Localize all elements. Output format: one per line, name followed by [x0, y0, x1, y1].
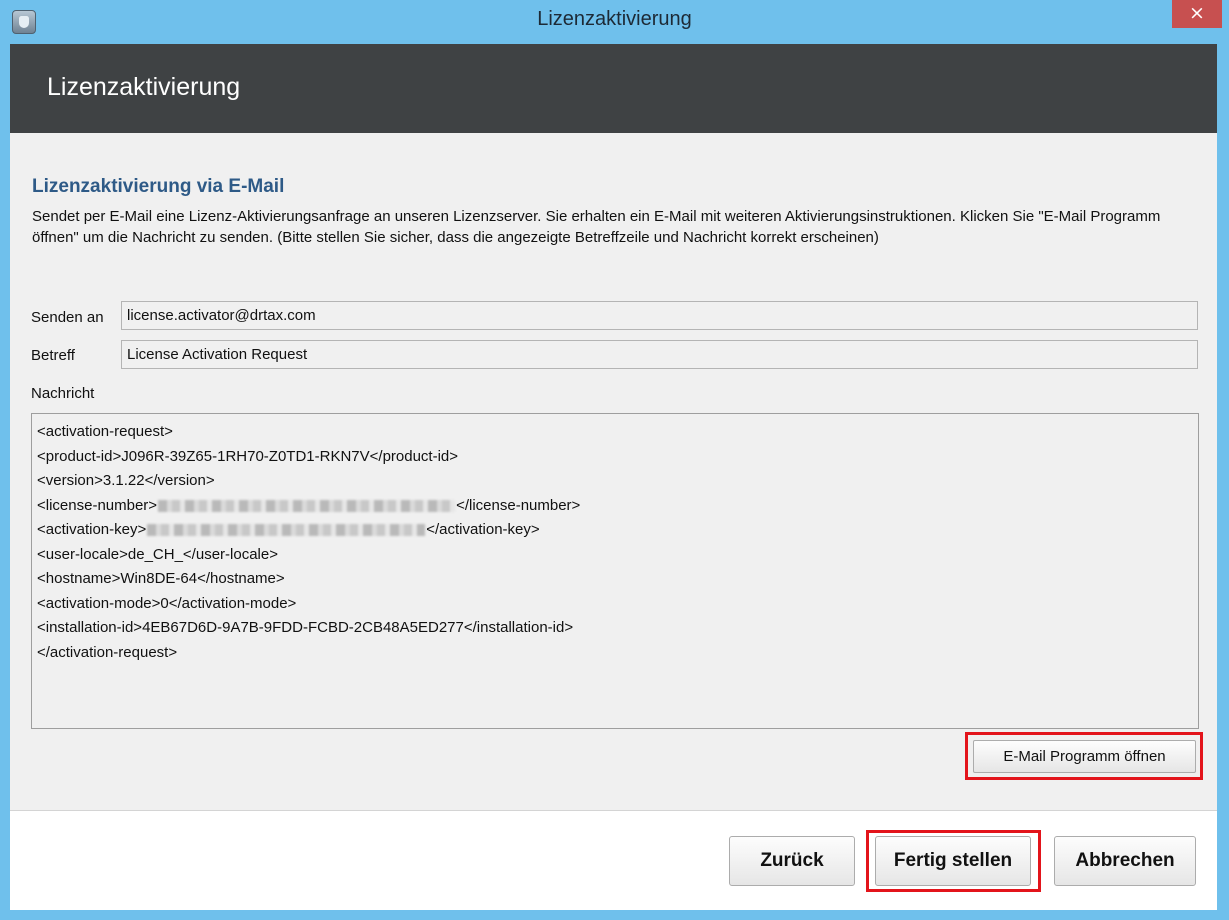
message-label: Nachricht [31, 385, 95, 402]
message-line: </activation-request> [37, 643, 178, 661]
activation-key-open-tag: <activation-key> [37, 521, 147, 538]
header-banner: Lizenzaktivierung [10, 44, 1217, 133]
message-line: <activation-mode>0</activation-mode> [37, 594, 297, 612]
activation-key-close-tag: </activation-key> [426, 521, 540, 538]
license-number-close-tag: </license-number> [456, 496, 581, 514]
dialog-body: Lizenzaktivierung Lizenzaktivierung via … [10, 44, 1217, 910]
banner-title: Lizenzaktivierung [47, 73, 241, 101]
window-title: Lizenzaktivierung [537, 8, 692, 30]
message-line: <product-id>J096R-39Z65-1RH70-Z0TD1-RKN7… [37, 447, 459, 465]
cancel-button[interactable]: Abbrechen [1054, 836, 1196, 886]
message-textarea[interactable]: <activation-request> <product-id>J096R-3… [31, 413, 1199, 729]
subject-label: Betreff [31, 347, 75, 364]
message-line: <user-locale>de_CH_</user-locale> [37, 545, 278, 563]
message-line: <version>3.1.22</version> [37, 472, 215, 489]
open-email-program-button[interactable]: E-Mail Programm öffnen [973, 740, 1196, 773]
message-line: <hostname>Win8DE-64</hostname> [37, 570, 285, 587]
subject-field[interactable]: License Activation Request [121, 340, 1198, 369]
message-line-license-number: <license-number> </license-number> [37, 494, 1198, 519]
window-titlebar: Lizenzaktivierung × [0, 0, 1229, 44]
back-button[interactable]: Zurück [729, 836, 855, 886]
license-number-open-tag: <license-number> [37, 496, 158, 514]
redacted-license-number [158, 499, 456, 512]
redacted-activation-key [147, 524, 426, 537]
close-button[interactable]: × [1172, 0, 1222, 28]
send-to-field[interactable]: license.activator@drtax.com [121, 301, 1198, 330]
section-title: Lizenzaktivierung via E-Mail [32, 176, 285, 197]
message-line-activation-key: <activation-key> </activation-key> [37, 518, 1198, 543]
send-to-label: Senden an [31, 309, 104, 326]
finish-button[interactable]: Fertig stellen [875, 836, 1031, 886]
message-line: <activation-request> [37, 423, 173, 440]
section-description: Sendet per E-Mail eine Lizenz-Aktivierun… [32, 208, 1161, 246]
message-line: <installation-id>4EB67D6D-9A7B-9FDD-FCBD… [37, 619, 574, 636]
